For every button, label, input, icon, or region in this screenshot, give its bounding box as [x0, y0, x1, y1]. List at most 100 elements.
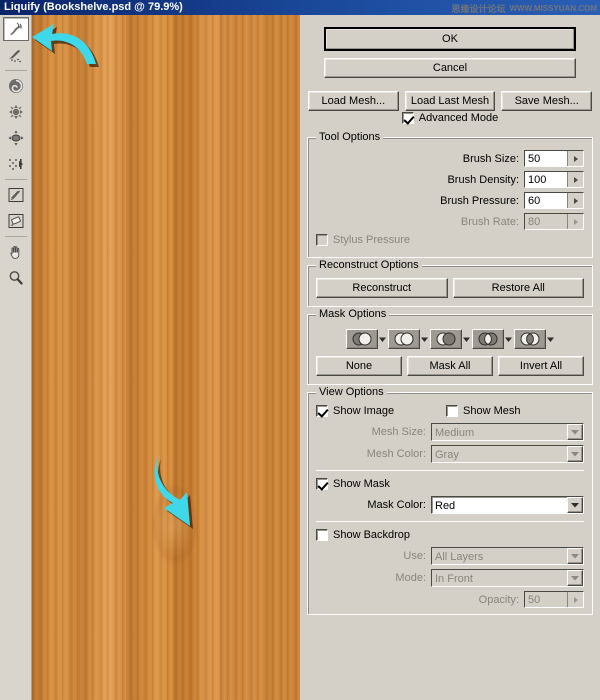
load-last-mesh-button[interactable]: Load Last Mesh	[404, 91, 496, 111]
image-preview-canvas[interactable]	[32, 15, 300, 700]
checkbox-box	[446, 405, 458, 417]
mesh-size-select: Medium	[431, 423, 584, 441]
backdrop-mode-row: Mode: In Front	[316, 569, 584, 587]
brush-density-row: Brush Density: 100	[316, 171, 584, 188]
show-backdrop-checkbox[interactable]: Show Backdrop	[316, 529, 410, 541]
chevron-down-icon[interactable]	[505, 336, 512, 343]
show-backdrop-label: Show Backdrop	[333, 529, 411, 541]
restore-all-button[interactable]: Restore All	[452, 278, 584, 298]
watermark-cn: 思缘设计论坛	[451, 3, 506, 14]
zoom-tool[interactable]	[3, 266, 29, 290]
ok-button[interactable]: OK	[324, 27, 576, 51]
save-mesh-button[interactable]: Save Mesh...	[501, 91, 593, 111]
chevron-down-icon	[567, 446, 583, 462]
mesh-color-value: Gray	[432, 446, 567, 462]
backdrop-opacity-input: 50	[524, 591, 584, 608]
advanced-mode-label: Advanced Mode	[418, 112, 499, 124]
brush-density-input[interactable]: 100	[524, 171, 584, 188]
twirl-clockwise-tool[interactable]	[3, 74, 29, 98]
stepper-icon[interactable]	[567, 172, 583, 187]
mask-mode-add-to-selection-button[interactable]	[388, 329, 420, 349]
mask-color-select[interactable]: Red	[431, 496, 584, 514]
tool-options-group: Tool Options Brush Size: 50 Brush Densit…	[307, 131, 593, 258]
backdrop-opacity-label: Opacity:	[478, 593, 519, 606]
mask-mode-buttons	[316, 329, 584, 349]
chevron-down-icon	[567, 424, 583, 440]
checkbox-box	[316, 478, 328, 490]
chevron-down-icon[interactable]	[421, 336, 428, 343]
warped-wood-region	[152, 485, 198, 565]
checkbox-box	[316, 529, 328, 541]
forward-warp-tool[interactable]	[2, 17, 29, 41]
reconstruct-options-legend: Reconstruct Options	[316, 259, 422, 271]
load-mesh-button[interactable]: Load Mesh...	[308, 91, 399, 111]
mask-mode-subtract-from-selection-button[interactable]	[430, 329, 462, 349]
brush-density-value: 100	[525, 172, 567, 187]
mesh-color-select: Gray	[431, 445, 584, 463]
checkbox-box	[316, 405, 328, 417]
chevron-down-icon[interactable]	[547, 336, 554, 343]
stepper-icon	[567, 214, 583, 229]
stylus-pressure-label: Stylus Pressure	[333, 234, 411, 246]
window-title: Liquify (Bookshelve.psd @ 79.9%)	[4, 1, 183, 13]
brush-size-input[interactable]: 50	[524, 150, 584, 167]
hand-tool[interactable]	[3, 240, 29, 264]
pucker-tool[interactable]	[3, 100, 29, 124]
push-left-tool[interactable]	[3, 152, 29, 176]
tools-panel	[0, 15, 32, 700]
chevron-down-icon[interactable]	[379, 336, 386, 343]
backdrop-opacity-row: Opacity: 50	[316, 591, 584, 608]
backdrop-opacity-value: 50	[525, 592, 567, 607]
bloat-tool[interactable]	[3, 126, 29, 150]
show-mask-checkbox[interactable]: Show Mask	[316, 478, 390, 490]
mask-all-button[interactable]: Mask All	[407, 356, 493, 376]
chevron-down-icon[interactable]	[463, 336, 470, 343]
chevron-down-icon	[567, 548, 583, 564]
brush-size-row: Brush Size: 50	[316, 150, 584, 167]
mesh-color-row: Mesh Color: Gray	[316, 445, 584, 463]
backdrop-use-row: Use: All Layers	[316, 547, 584, 565]
brush-density-label: Brush Density:	[447, 173, 519, 186]
show-mesh-checkbox[interactable]: Show Mesh	[446, 405, 520, 417]
backdrop-mode-select: In Front	[431, 569, 584, 587]
watermark-en: WWW.MISSYUAN.COM	[509, 3, 597, 13]
stepper-icon[interactable]	[567, 151, 583, 166]
brush-pressure-input[interactable]: 60	[524, 192, 584, 209]
reconstruct-tool[interactable]	[3, 43, 29, 67]
backdrop-use-label: Use:	[403, 550, 426, 562]
stepper-icon[interactable]	[567, 193, 583, 208]
mask-options-legend: Mask Options	[316, 308, 390, 320]
chevron-down-icon	[567, 570, 583, 586]
mask-mode-invert-selection-button[interactable]	[514, 329, 546, 349]
checkbox-box	[316, 234, 328, 246]
tool-options-legend: Tool Options	[316, 131, 384, 143]
brush-size-label: Brush Size:	[462, 152, 519, 165]
mask-none-button[interactable]: None	[316, 356, 402, 376]
chevron-down-icon[interactable]	[567, 497, 583, 513]
freeze-mask-tool[interactable]	[3, 183, 29, 207]
mask-mode-intersect-with-selection-button[interactable]	[472, 329, 504, 349]
stylus-pressure-checkbox: Stylus Pressure	[316, 234, 410, 246]
divider	[316, 470, 584, 471]
reconstruct-options-group: Reconstruct Options Reconstruct Restore …	[307, 259, 593, 307]
toolbar-separator	[4, 179, 27, 180]
backdrop-use-value: All Layers	[432, 548, 567, 564]
reconstruct-button[interactable]: Reconstruct	[316, 278, 448, 298]
mask-mode-replace-selection-button[interactable]	[346, 329, 378, 349]
backdrop-mode-value: In Front	[432, 570, 567, 586]
brush-rate-label: Brush Rate:	[460, 215, 519, 228]
backdrop-mode-label: Mode:	[395, 572, 426, 584]
cancel-button[interactable]: Cancel	[324, 58, 576, 78]
advanced-mode-checkbox[interactable]: Advanced Mode	[401, 112, 499, 124]
view-options-group: View Options Show Image Show Mesh Mesh S…	[307, 386, 593, 615]
stepper-icon	[567, 592, 583, 607]
show-mesh-label: Show Mesh	[463, 405, 521, 417]
mask-invert-all-button[interactable]: Invert All	[498, 356, 584, 376]
mesh-size-label: Mesh Size:	[371, 426, 426, 438]
liquify-dialog: Liquify (Bookshelve.psd @ 79.9%) 思缘设计论坛 …	[0, 0, 600, 700]
show-image-checkbox[interactable]: Show Image	[316, 405, 446, 417]
brush-rate-value: 80	[525, 214, 567, 229]
backdrop-use-select: All Layers	[431, 547, 584, 565]
thaw-mask-tool[interactable]	[3, 209, 29, 233]
mask-color-value: Red	[435, 500, 456, 512]
